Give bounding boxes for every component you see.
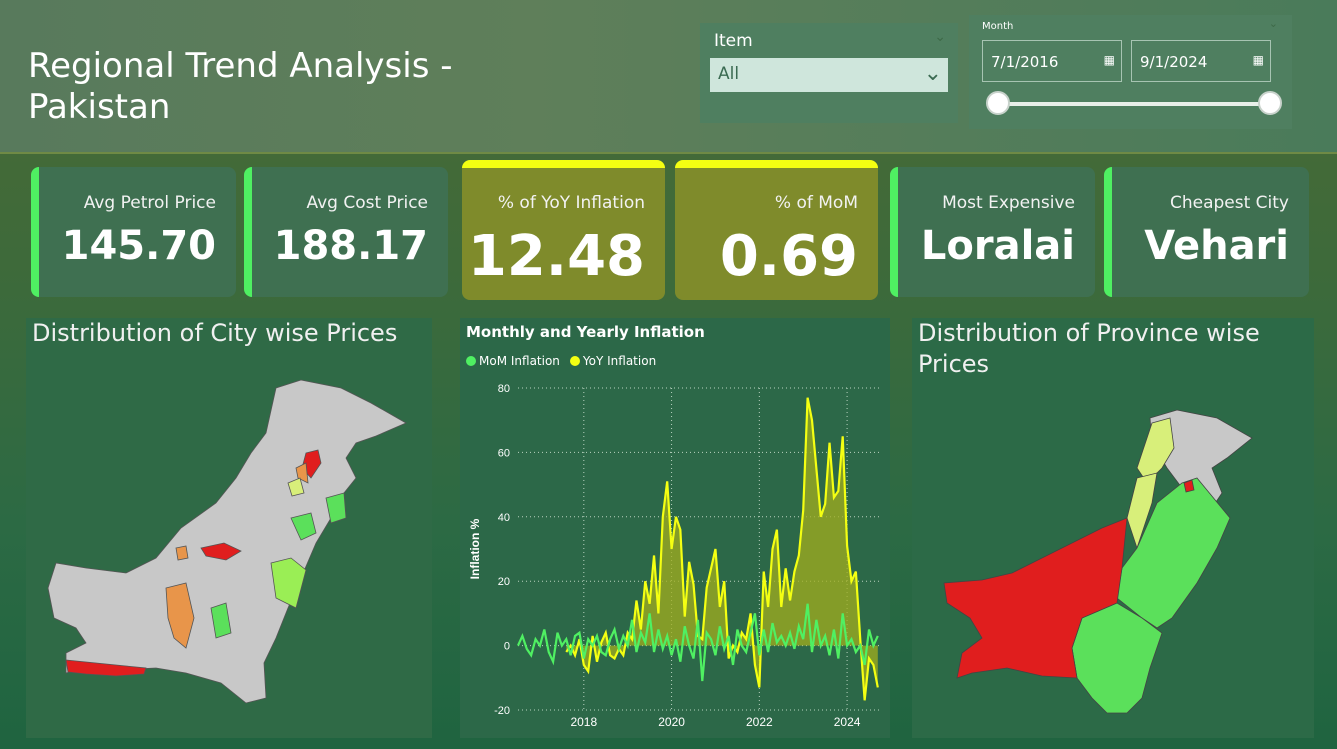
month-collapse-icon[interactable]: ⌄: [1269, 17, 1278, 30]
province-map[interactable]: [912, 318, 1314, 738]
calendar-icon[interactable]: ▦: [1104, 53, 1115, 67]
range-end-handle[interactable]: [1258, 91, 1282, 115]
x-tick-label: 2020: [658, 715, 685, 729]
map-pakistan-outline: [47, 379, 407, 704]
kpi-value: Vehari: [1144, 223, 1289, 269]
y-tick-label: 0: [504, 641, 510, 653]
legend-dot-icon: [569, 356, 580, 366]
province-map-title: Distribution of Province wise Prices: [918, 319, 1260, 378]
inflation-line-chart[interactable]: 80 60 40 20 0 -20 2018 2020 2022 2024 Inflation %: [460, 318, 890, 738]
kpi-value: 12.48: [467, 224, 645, 289]
city-map[interactable]: [26, 318, 432, 738]
item-slicer-label: Item: [714, 31, 753, 51]
kpi-label: Avg Cost Price: [306, 193, 428, 213]
start-date-value: 7/1/2016: [991, 53, 1059, 71]
inflation-chart-panel[interactable]: Monthly and Yearly Inflation MoM Inflati…: [460, 318, 890, 738]
y-axis-label: Inflation %: [468, 518, 482, 579]
calendar-icon[interactable]: ▦: [1253, 53, 1264, 67]
city-map-panel[interactable]: Distribution of City wise Prices: [26, 318, 432, 738]
chevron-down-icon[interactable]: ⌄: [924, 61, 942, 86]
yoy-area: [566, 397, 878, 701]
chart-title: Monthly and Yearly Inflation: [466, 323, 705, 341]
kpi-value: 0.69: [719, 224, 858, 289]
kpi-label: Cheapest City: [1169, 193, 1289, 213]
month-slicer[interactable]: Month ⌄ 7/1/2016 ▦ 9/1/2024 ▦: [969, 15, 1292, 129]
legend-label-mom: MoM Inflation: [479, 354, 560, 368]
y-tick-label: 60: [498, 447, 510, 459]
x-tick-label: 2022: [746, 715, 773, 729]
month-range-track[interactable]: [997, 102, 1269, 106]
range-start-handle[interactable]: [986, 91, 1010, 115]
item-dropdown-value: All: [718, 64, 740, 84]
legend-dot-icon: [466, 356, 476, 366]
item-slicer[interactable]: Item ⌄ All ⌄: [700, 23, 958, 123]
kpi-mom-inflation: % of MoM 0.69: [675, 160, 878, 300]
kpi-cheapest-city: Cheapest City Vehari: [1104, 167, 1309, 297]
kpi-label: Avg Petrol Price: [83, 193, 216, 213]
slicer-collapse-icon[interactable]: ⌄: [934, 29, 946, 45]
kpi-label: % of YoY Inflation: [497, 193, 645, 213]
kpi-avg-cost-price: Avg Cost Price 188.17: [244, 167, 448, 297]
kpi-label: % of MoM: [774, 193, 858, 213]
end-date-value: 9/1/2024: [1140, 53, 1208, 71]
legend-item-mom[interactable]: MoM Inflation: [466, 354, 560, 368]
y-tick-label: 80: [498, 383, 510, 395]
page-title: Regional Trend Analysis - Pakistan: [28, 46, 453, 127]
kpi-avg-petrol-price: Avg Petrol Price 145.70: [31, 167, 236, 297]
item-dropdown[interactable]: All ⌄: [710, 58, 948, 92]
x-tick-label: 2018: [570, 715, 597, 729]
kpi-most-expensive: Most Expensive Loralai: [890, 167, 1095, 297]
y-tick-label: 20: [498, 576, 510, 588]
legend-label-yoy: YoY Inflation: [582, 354, 657, 368]
kpi-yoy-inflation: % of YoY Inflation 12.48: [462, 160, 665, 300]
map-region-orange-small: [175, 545, 189, 561]
y-tick-label: -20: [494, 705, 510, 717]
month-slicer-label: Month: [982, 21, 1014, 32]
kpi-value: 145.70: [61, 223, 216, 269]
legend-item-yoy[interactable]: YoY Inflation: [569, 354, 657, 368]
end-date-input[interactable]: 9/1/2024 ▦: [1131, 40, 1271, 82]
kpi-label: Most Expensive: [942, 193, 1075, 213]
kpi-value: 188.17: [273, 223, 428, 269]
x-tick-label: 2024: [834, 715, 861, 729]
city-map-title: Distribution of City wise Prices: [32, 319, 398, 347]
kpi-value: Loralai: [920, 223, 1075, 269]
start-date-input[interactable]: 7/1/2016 ▦: [982, 40, 1122, 82]
chart-legend[interactable]: MoM Inflation YoY Inflation: [466, 354, 656, 368]
province-map-panel[interactable]: Distribution of Province wise Prices: [912, 318, 1314, 738]
y-tick-label: 40: [498, 512, 510, 524]
